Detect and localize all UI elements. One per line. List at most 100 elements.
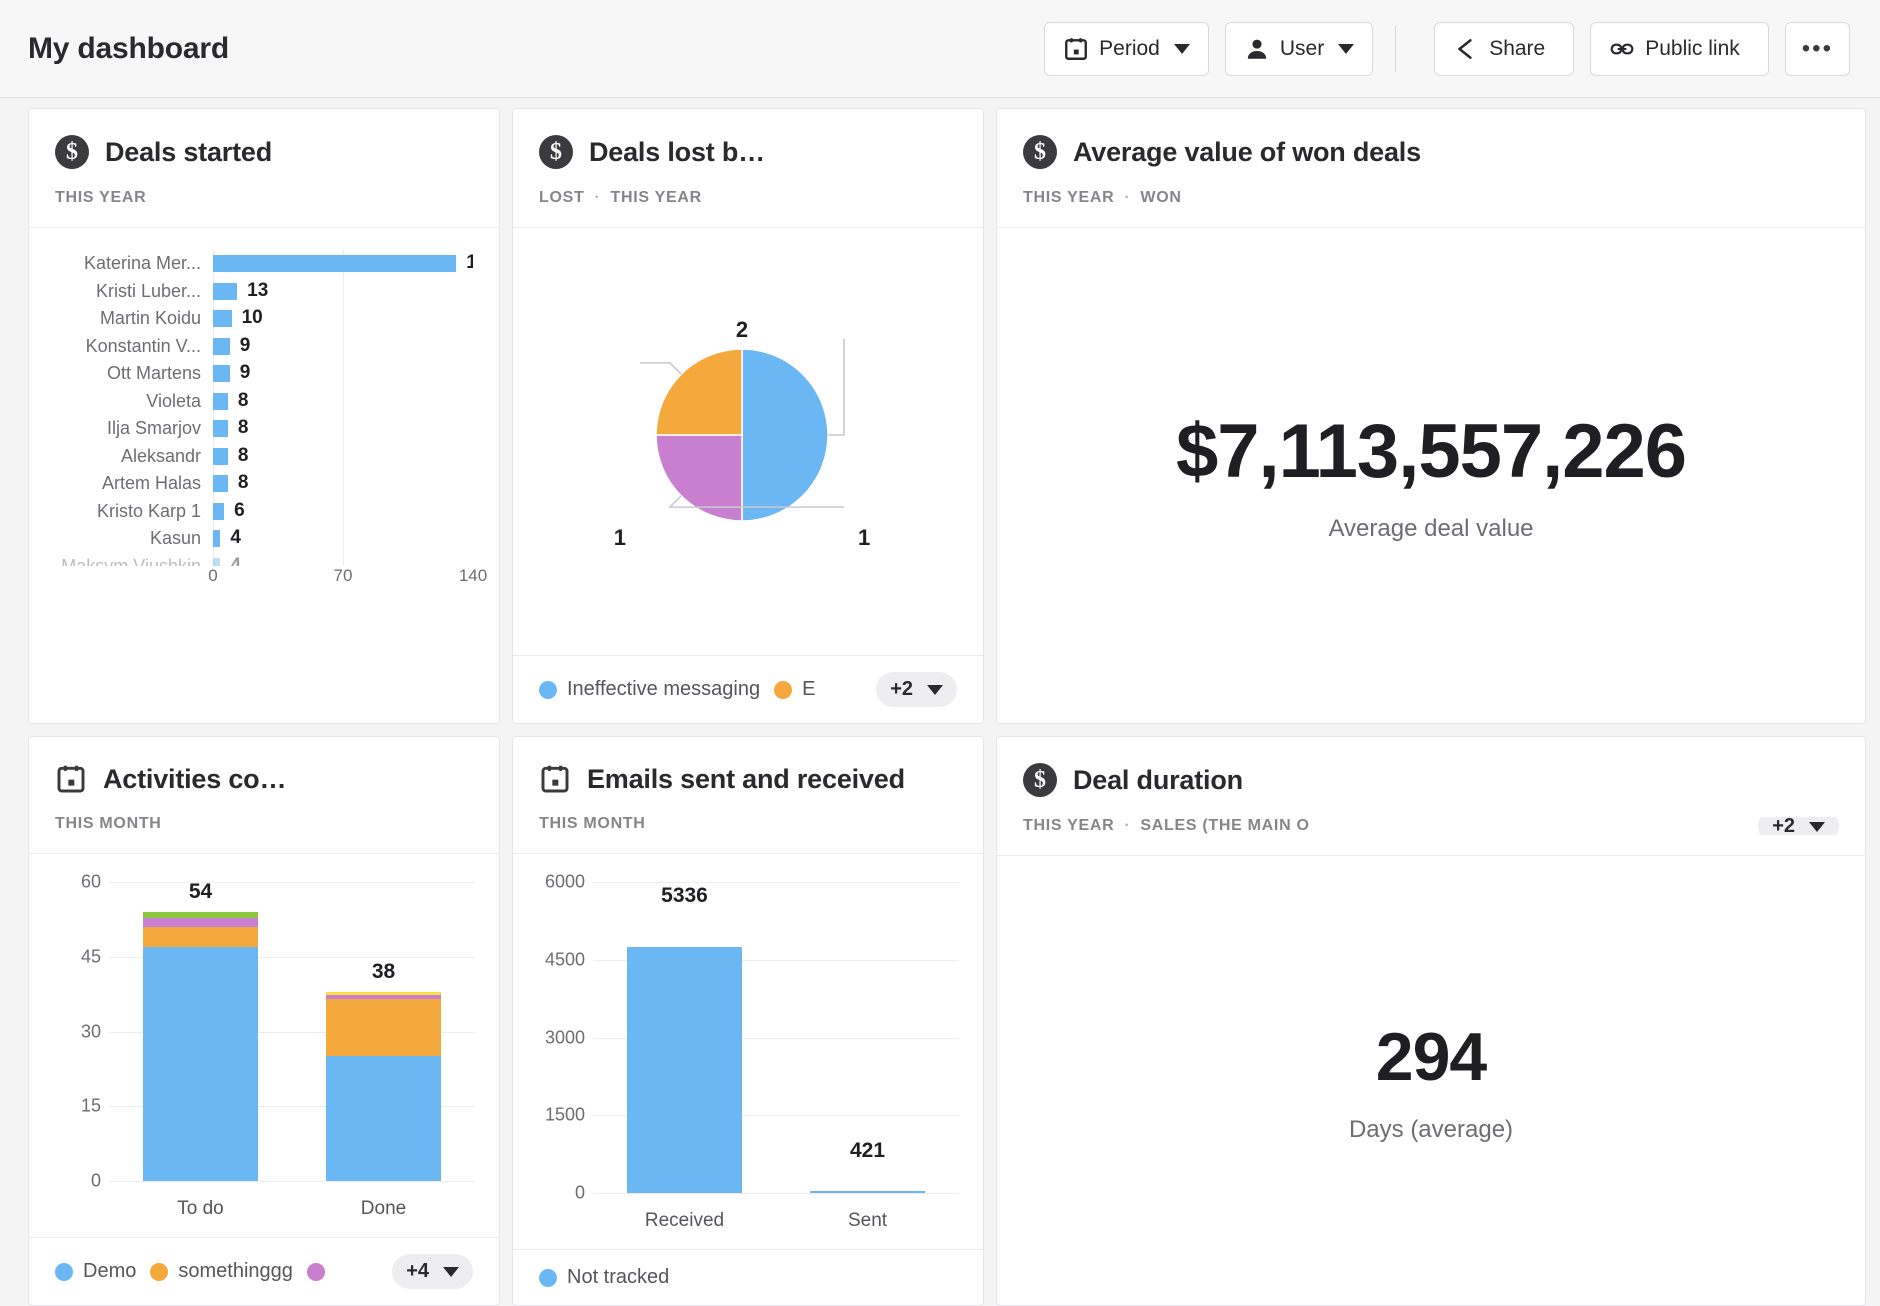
bar-fill xyxy=(213,310,232,327)
subtitle-separator: · xyxy=(1124,189,1130,207)
y-tick: 45 xyxy=(53,946,101,967)
bar-label: Kristo Karp 1 xyxy=(55,501,213,522)
calendar-icon xyxy=(1063,36,1089,62)
more-options-button[interactable]: ••• xyxy=(1785,22,1850,76)
bar-segment xyxy=(143,918,258,927)
bar-row[interactable]: Artem Halas8 xyxy=(55,470,473,498)
card-deal-duration: $ Deal duration THIS YEAR · SALES (THE M… xyxy=(996,736,1866,1306)
bar-row[interactable]: Martin Koidu10 xyxy=(55,305,473,333)
bar-track: 131 xyxy=(213,250,473,278)
legend-item[interactable]: Not tracked xyxy=(539,1266,669,1289)
chevron-down-icon xyxy=(1174,44,1190,54)
bar-row[interactable]: Kristi Luber...13 xyxy=(55,278,473,306)
period-button[interactable]: Period xyxy=(1044,22,1209,76)
bar-row[interactable]: Katerina Mer...131 xyxy=(55,250,473,278)
bar-track: 4 xyxy=(213,525,473,553)
y-tick: 6000 xyxy=(537,872,585,893)
bar-fill xyxy=(213,475,228,492)
y-tick: 0 xyxy=(53,1171,101,1192)
legend-item[interactable]: Demo xyxy=(55,1260,136,1283)
card-body: Katerina Mer...131Kristi Luber...13Marti… xyxy=(29,227,499,723)
metric-value: $7,113,557,226 xyxy=(1176,408,1686,495)
bar-row[interactable]: Kasun4 xyxy=(55,525,473,553)
page-title: My dashboard xyxy=(28,32,229,66)
bar-column[interactable]: 54 xyxy=(109,882,292,1181)
card-body: 015003000450060005336421ReceivedSent xyxy=(513,853,983,1249)
bar-total-label: 5336 xyxy=(661,884,708,908)
subtitle-more-chip[interactable]: +2 xyxy=(1758,817,1839,835)
bar-label: Martin Koidu xyxy=(55,308,213,329)
bar-row[interactable]: Maksym Viushkin4 xyxy=(55,553,473,567)
pie-slice-label: 2 xyxy=(736,317,748,342)
card-emails: Emails sent and received THIS MONTH 0150… xyxy=(512,736,984,1306)
bar-segment xyxy=(627,947,742,1193)
bar-column[interactable]: 38 xyxy=(292,882,475,1181)
more-icon: ••• xyxy=(1802,35,1833,63)
y-tick: 15 xyxy=(53,1096,101,1117)
bar-row[interactable]: Ilja Smarjov8 xyxy=(55,415,473,443)
card-title: Emails sent and received xyxy=(587,764,905,795)
card-subtitle-period: THIS MONTH xyxy=(55,815,162,833)
bar-fill xyxy=(213,338,230,355)
bar-label: Artem Halas xyxy=(55,473,213,494)
bar-chart: 015003000450060005336421ReceivedSent xyxy=(513,854,983,1249)
card-subtitle-period: THIS YEAR xyxy=(1023,189,1114,207)
card-subtitle: THIS YEAR · SALES (THE MAIN O +2 xyxy=(1023,817,1839,835)
bar-row[interactable]: Ott Martens9 xyxy=(55,360,473,388)
card-subtitle-period: THIS YEAR xyxy=(611,189,702,207)
legend-more-count: +2 xyxy=(890,678,913,701)
legend-item[interactable]: somethinggg xyxy=(150,1260,293,1283)
dashboard-grid: $ Deals started THIS YEAR Katerina Mer..… xyxy=(0,98,1880,1306)
plot-area: 0153045605438 xyxy=(53,882,475,1181)
x-tick-label: Done xyxy=(292,1198,475,1220)
card-title: Average value of won deals xyxy=(1073,137,1421,168)
bar-track: 10 xyxy=(213,305,473,333)
bar-fill xyxy=(213,448,228,465)
card-body: 211 xyxy=(513,227,983,655)
public-link-button[interactable]: Public link xyxy=(1590,22,1769,76)
toolbar-divider xyxy=(1395,26,1396,72)
legend-label: E xyxy=(802,678,815,701)
legend-item[interactable]: E xyxy=(774,678,815,701)
x-tick: 70 xyxy=(334,566,353,586)
x-axis: 070140 xyxy=(213,566,473,596)
link-icon xyxy=(1609,36,1635,62)
legend-item[interactable]: Ineffective messaging xyxy=(539,678,760,701)
metric-display: 294 Days (average) xyxy=(997,856,1865,1305)
period-button-label: Period xyxy=(1099,37,1160,61)
bar-value: 9 xyxy=(240,362,251,384)
bar-fill xyxy=(213,420,228,437)
bar-row[interactable]: Violeta8 xyxy=(55,388,473,416)
card-deals-started: $ Deals started THIS YEAR Katerina Mer..… xyxy=(28,108,500,724)
card-subtitle-period: THIS YEAR xyxy=(55,189,146,207)
card-header: Activities co… THIS MONTH xyxy=(29,737,499,853)
metric-label: Average deal value xyxy=(1328,515,1533,543)
bar-column[interactable]: 421 xyxy=(776,882,959,1193)
dollar-icon: $ xyxy=(55,135,89,169)
bar-row[interactable]: Konstantin V...9 xyxy=(55,333,473,361)
bar-row[interactable]: Kristo Karp 1 6 xyxy=(55,498,473,526)
legend-item[interactable] xyxy=(307,1263,325,1281)
bar-row[interactable]: Aleksandr8 xyxy=(55,443,473,471)
bar-column[interactable]: 5336 xyxy=(593,882,776,1193)
card-subtitle-status: WON xyxy=(1140,189,1181,207)
bar-value: 6 xyxy=(234,500,245,522)
legend-more-chip[interactable]: +2 xyxy=(876,672,957,707)
legend-color-dot xyxy=(307,1263,325,1281)
y-tick: 1500 xyxy=(537,1105,585,1126)
bar-fill xyxy=(213,283,237,300)
user-button[interactable]: User xyxy=(1225,22,1373,76)
bar-segment xyxy=(326,1056,441,1181)
x-tick-label: Received xyxy=(593,1210,776,1232)
share-button[interactable]: Share xyxy=(1434,22,1574,76)
pie-slice xyxy=(742,349,828,521)
bar-fill xyxy=(213,365,230,382)
emails-legend: Not tracked xyxy=(513,1249,983,1305)
card-subtitle-pipeline: SALES (THE MAIN O xyxy=(1140,817,1309,835)
pie-slice-label: 1 xyxy=(614,524,626,549)
metric-value: 294 xyxy=(1376,1018,1486,1096)
y-tick: 3000 xyxy=(537,1027,585,1048)
legend-more-chip[interactable]: +4 xyxy=(392,1254,473,1289)
card-subtitle-period: THIS YEAR xyxy=(1023,817,1114,835)
card-subtitle: THIS YEAR · WON xyxy=(1023,189,1839,207)
